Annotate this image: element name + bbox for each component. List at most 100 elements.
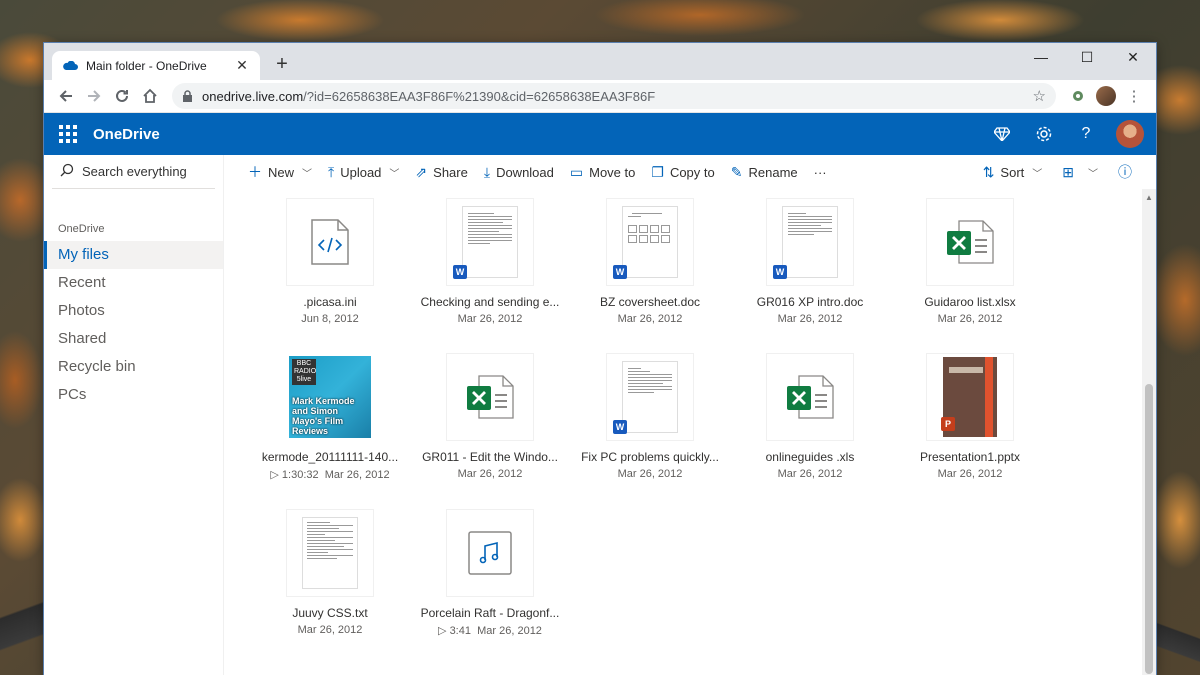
music-file-icon [468,531,512,575]
browser-tab[interactable]: Main folder - OneDrive ✕ [52,51,260,80]
file-tile[interactable]: W Checking and sending e... Mar 26, 2012 [410,199,570,325]
move-to-button[interactable]: ▭ Move to [570,164,635,181]
pencil-icon: ✎ [730,163,743,180]
file-name: kermode_20111111-140... [261,450,399,464]
sidebar-item-shared[interactable]: Shared [44,325,223,353]
scroll-up-arrow-icon[interactable]: ▲ [1145,193,1153,202]
close-window-button[interactable]: ✕ [1110,43,1156,71]
settings-gear-icon[interactable] [1032,122,1056,146]
account-avatar[interactable] [1116,120,1144,148]
more-actions-button[interactable]: ··· [814,165,827,180]
app-launcher-icon[interactable] [56,122,80,146]
file-tile[interactable]: BBC RADIO 5live Mark Kermode and Simon M… [250,354,410,481]
file-tile[interactable]: onlineguides .xls Mar 26, 2012 [730,354,890,480]
file-thumbnail [927,199,1013,285]
file-tile[interactable]: W BZ coversheet.doc Mar 26, 2012 [570,199,730,325]
search-icon [60,163,74,180]
file-name: Juuvy CSS.txt [292,606,368,620]
sidebar-item-pcs[interactable]: PCs [44,381,223,409]
file-meta: ▷ 3:41 Mar 26, 2012 [410,624,570,637]
file-tile[interactable]: Juuvy CSS.txt Mar 26, 2012 [250,510,410,636]
file-name: Porcelain Raft - Dragonf... [420,606,560,620]
scrollbar-thumb[interactable] [1145,384,1153,674]
download-icon: ⤓ [483,163,491,180]
chevron-down-icon: ﹀ [1032,168,1043,180]
file-thumbnail: W [767,199,853,285]
address-bar: onedrive.live.com/?id=62658638EAA3F86F%2… [44,80,1156,113]
file-name: .picasa.ini [303,295,357,309]
powerpoint-icon: P [941,417,955,431]
play-icon: ▷ [438,625,450,637]
sidebar-item-my-files[interactable]: My files [44,241,223,269]
play-icon: ▷ [270,469,282,481]
extension-gear-icon[interactable] [1064,82,1092,110]
file-date: Mar 26, 2012 [937,313,1003,325]
file-duration: 3:41 [449,625,471,637]
back-arrow-icon[interactable] [52,82,80,110]
file-area: ＋ New ﹀ ⤒ Upload ﹀ ⇗ Share ⤓ Download ▭ Move to… [224,155,1156,675]
sidebar-item-photos[interactable]: Photos [44,297,223,325]
excel-icon [787,375,834,419]
upload-button[interactable]: ⤒ Upload ﹀ [328,164,399,181]
reload-icon[interactable] [108,82,136,110]
browser-menu-icon[interactable]: ⋮ [1120,82,1148,110]
command-bar: ＋ New ﹀ ⤒ Upload ﹀ ⇗ Share ⤓ Download ▭ Move to… [224,155,1156,189]
file-tile[interactable]: GR011 - Edit the Windo... Mar 26, 2012 [410,354,570,480]
tab-close-icon[interactable]: ✕ [234,57,250,74]
file-tile[interactable]: W GR016 XP intro.doc Mar 26, 2012 [730,199,890,325]
file-tile[interactable]: W Fix PC problems quickly... Mar 26, 201… [570,354,730,480]
view-toggle-button[interactable]: ⊞ ﹀ [1062,164,1098,181]
url-omnibox[interactable]: onedrive.live.com/?id=62658638EAA3F86F%2… [172,83,1056,109]
new-tab-button[interactable]: + [270,53,294,77]
sort-label: Sort [1000,164,1025,180]
file-thumbnail: W [607,199,693,285]
onedrive-brand[interactable]: OneDrive [93,126,990,143]
file-thumbnail [287,199,373,285]
file-tile[interactable]: .picasa.ini Jun 8, 2012 [250,199,410,325]
file-name: GR011 - Edit the Windo... [422,450,558,464]
search-placeholder: Search everything [82,164,187,179]
file-name: BZ coversheet.doc [599,295,701,309]
help-icon[interactable]: ? [1074,122,1098,146]
file-thumbnail: BBC RADIO 5live Mark Kermode and Simon M… [287,354,373,440]
album-art: BBC RADIO 5live Mark Kermode and Simon M… [289,356,371,438]
vertical-scrollbar[interactable]: ▲ [1142,189,1156,675]
share-label: Share [433,164,468,180]
url-host: onedrive.live.com [202,88,304,104]
info-button[interactable]: ⓘ [1118,162,1138,182]
minimize-button[interactable]: — [1018,43,1064,71]
file-tile[interactable]: P Presentation1.pptx Mar 26, 2012 [890,354,1050,480]
file-date: Mar 26, 2012 [324,469,390,481]
file-date: Mar 26, 2012 [777,468,843,480]
forward-arrow-icon[interactable] [80,82,108,110]
file-name: GR016 XP intro.doc [756,295,864,309]
share-button[interactable]: ⇗ Share [415,164,467,181]
album-art-text: Mark Kermode and Simon Mayo's Film Revie… [292,396,355,436]
sidebar-item-recycle-bin[interactable]: Recycle bin [44,353,223,381]
new-button[interactable]: ＋ New ﹀ [248,162,312,182]
plus-icon: ＋ [248,164,262,180]
file-thumbnail: W [607,354,693,440]
sort-button[interactable]: ⇅ Sort ﹀ [983,164,1043,181]
maximize-button[interactable]: ☐ [1064,43,1110,71]
download-button[interactable]: ⤓ Download [484,164,554,181]
file-date: Mar 26, 2012 [617,313,683,325]
rename-button[interactable]: ✎ Rename [731,164,798,181]
window-controls: — ☐ ✕ [1018,43,1156,71]
file-date: Mar 26, 2012 [297,624,363,636]
file-tile[interactable]: Porcelain Raft - Dragonf... ▷ 3:41 Mar 2… [410,510,570,637]
bookmark-star-icon[interactable]: ☆ [1033,87,1046,105]
profile-avatar[interactable] [1092,82,1120,110]
home-icon[interactable] [136,82,164,110]
search-input[interactable]: Search everything [52,155,215,189]
file-tile[interactable]: Guidaroo list.xlsx Mar 26, 2012 [890,199,1050,325]
info-icon: ⓘ [1118,164,1132,180]
onedrive-header: OneDrive ? [44,113,1156,155]
copy-to-button[interactable]: ❐ Copy to [651,164,714,181]
sidebar-item-recent[interactable]: Recent [44,269,223,297]
browser-window: Main folder - OneDrive ✕ + — ☐ ✕ onedriv… [44,43,1156,675]
move-to-label: Move to [589,164,636,180]
premium-diamond-icon[interactable] [990,122,1014,146]
rename-label: Rename [748,164,798,180]
tab-strip: Main folder - OneDrive ✕ + — ☐ ✕ [44,43,1156,80]
